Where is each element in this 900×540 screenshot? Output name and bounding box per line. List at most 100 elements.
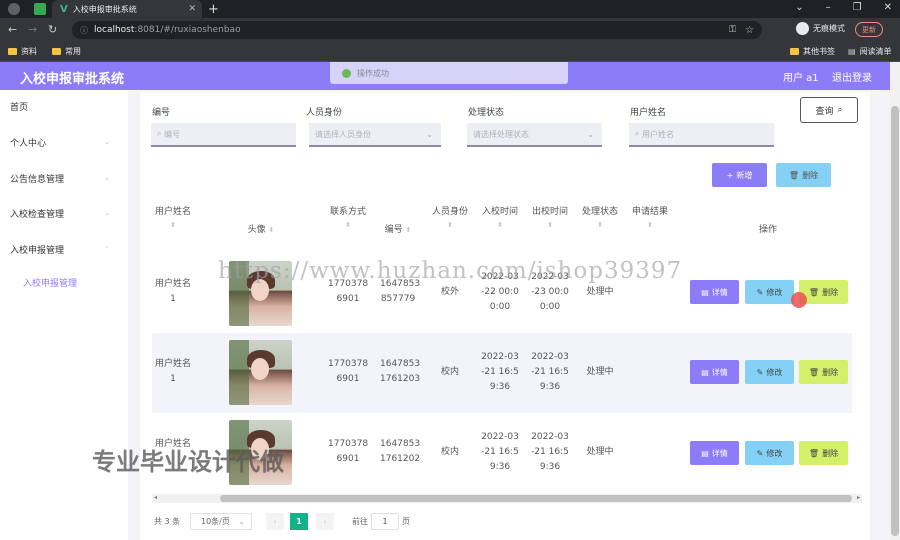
- watermark-url: https://www.huzhan.com/ishop39397: [218, 258, 683, 284]
- sort-icon[interactable]: ⬍: [580, 221, 620, 229]
- edit-button[interactable]: ✎ 修改: [745, 441, 794, 465]
- reload-icon[interactable]: ↻: [48, 23, 57, 36]
- app-header: 入校申报审批系统 操作成功 用户 a1 退出登录: [0, 62, 890, 90]
- sort-icon[interactable]: ⬍: [406, 226, 412, 234]
- detail-button[interactable]: ▤ 详情: [690, 360, 739, 384]
- app-tab-icon[interactable]: [34, 3, 46, 15]
- cell-status: 处理中: [586, 367, 614, 377]
- incognito-indicator[interactable]: 无痕模式: [796, 22, 845, 35]
- table-horizontal-scrollbar[interactable]: ◂ ▸: [152, 494, 862, 503]
- folder-icon: [790, 48, 799, 55]
- add-button[interactable]: + 新增: [712, 163, 767, 187]
- sort-icon[interactable]: ⬍: [480, 221, 520, 229]
- maximize-icon[interactable]: ❐: [853, 2, 862, 13]
- avatar[interactable]: [229, 340, 292, 405]
- chevron-down-icon: ⌄: [426, 129, 433, 139]
- new-tab-button[interactable]: +: [208, 0, 219, 18]
- sidebar-subitem-apply-manage[interactable]: 入校申报管理: [0, 272, 120, 292]
- status-select[interactable]: 请选择处理状态 ⌄: [467, 123, 602, 147]
- goto-page-input[interactable]: 1: [371, 513, 399, 530]
- column-header[interactable]: 人员身份 ⬍: [430, 204, 470, 229]
- app-title: 入校申报审批系统: [20, 72, 125, 87]
- goto-label: 前往: [352, 517, 368, 526]
- url-path: :8081/#/ruxiaoshenbao: [134, 25, 241, 35]
- bookmark-folder[interactable]: 其他书签: [790, 46, 835, 57]
- column-header[interactable]: 出校时间 ⬍: [530, 204, 570, 229]
- sort-icon[interactable]: ⬍: [530, 221, 570, 229]
- cell-out-time: 2022-03 -21 16:5 9:36: [531, 432, 569, 472]
- sort-icon[interactable]: ⬍: [430, 221, 470, 229]
- forward-icon[interactable]: →: [28, 23, 37, 36]
- edit-button[interactable]: ✎ 修改: [745, 280, 794, 304]
- logout-link[interactable]: 退出登录: [832, 69, 872, 84]
- page-scrollbar[interactable]: [890, 62, 900, 540]
- next-page-button[interactable]: ›: [316, 513, 334, 530]
- active-tab[interactable]: V 入校申报审批系统 ✕: [52, 0, 202, 18]
- sidebar-item-apply[interactable]: 入校申报管理 ⌃: [0, 239, 120, 259]
- detail-button[interactable]: ▤ 详情: [690, 441, 739, 465]
- column-header[interactable]: 用户姓名 ⬍: [152, 204, 194, 229]
- cell-out-time: 2022-03 -21 16:5 9:36: [531, 352, 569, 392]
- cell-code: 1647853 1761203: [380, 359, 421, 384]
- key-icon[interactable]: ⚿: [729, 25, 736, 35]
- column-header[interactable]: 入校时间 ⬍: [480, 204, 520, 229]
- sort-icon[interactable]: ⬍: [269, 226, 275, 234]
- chrome-icon[interactable]: [8, 3, 20, 15]
- minimize-icon[interactable]: –: [826, 2, 831, 13]
- star-icon[interactable]: ☆: [745, 25, 754, 36]
- check-circle-icon: [342, 68, 351, 78]
- pagination-total: 共 3 条: [154, 517, 181, 526]
- chevron-up-icon: ⌃: [104, 245, 110, 253]
- username-input[interactable]: ⌕ 用户姓名: [629, 123, 774, 147]
- tab-title: 入校申报审批系统: [72, 4, 137, 14]
- reading-list-icon: ▤: [848, 47, 856, 56]
- back-icon[interactable]: ←: [8, 23, 17, 36]
- delete-button[interactable]: 🗑 删除: [799, 360, 848, 384]
- bookmark-folder[interactable]: 常用: [52, 46, 81, 57]
- page-size-select[interactable]: 10条/页 ⌄: [190, 513, 252, 530]
- url-field[interactable]: ⓘ localhost:8081/#/ruxiaoshenbao ☆ ⚿: [72, 21, 762, 39]
- trash-icon: 🗑: [808, 448, 820, 458]
- identity-select[interactable]: 请选择人员身份 ⌄: [309, 123, 441, 147]
- column-header[interactable]: 申请结果 ⬍: [630, 204, 670, 229]
- document-icon: ▤: [701, 448, 709, 458]
- close-window-icon[interactable]: ✕: [884, 2, 892, 13]
- close-tab-icon[interactable]: ✕: [188, 4, 196, 14]
- user-label: 用户 a1: [783, 73, 819, 84]
- scroll-right-icon[interactable]: ▸: [857, 494, 860, 501]
- batch-delete-button[interactable]: 🗑 删除: [776, 163, 831, 187]
- bookmark-folder[interactable]: 资料: [8, 46, 37, 57]
- sidebar-item-personal[interactable]: 个人中心 ⌄: [0, 132, 120, 152]
- sidebar-item-notice[interactable]: 公告信息管理 ⌄: [0, 168, 120, 188]
- sidebar-item-home[interactable]: 首页: [0, 96, 120, 116]
- column-header[interactable]: 处理状态 ⬍: [580, 204, 620, 229]
- edit-button[interactable]: ✎ 修改: [745, 360, 794, 384]
- column-header[interactable]: 联系方式 ⬍: [328, 204, 368, 229]
- trash-icon: 🗑: [788, 170, 800, 180]
- search-icon: ⌕: [635, 129, 640, 138]
- pencil-icon: ✎: [756, 448, 764, 458]
- update-button[interactable]: 更新: [855, 22, 883, 37]
- detail-button[interactable]: ▤ 详情: [690, 280, 739, 304]
- dropdown-icon[interactable]: ⌄: [795, 2, 803, 13]
- page-number-current[interactable]: 1: [290, 513, 308, 530]
- reading-list[interactable]: ▤ 阅读清单: [848, 46, 892, 57]
- cell-identity: 校内: [440, 367, 459, 377]
- sort-icon[interactable]: ⬍: [152, 221, 194, 229]
- info-icon[interactable]: ⓘ: [80, 25, 88, 36]
- vue-icon: V: [60, 3, 68, 15]
- scroll-left-icon[interactable]: ◂: [154, 494, 157, 501]
- cell-phone: 1770378 6901: [328, 439, 369, 464]
- column-header-actions: 操作: [758, 225, 777, 235]
- code-input[interactable]: ⌕ 编号: [151, 123, 296, 147]
- incognito-icon: [796, 22, 809, 35]
- query-button[interactable]: 查询 ⌕: [800, 97, 858, 123]
- column-header[interactable]: 头像 ⬍: [244, 222, 278, 235]
- sort-icon[interactable]: ⬍: [328, 221, 368, 229]
- sort-icon[interactable]: ⬍: [630, 221, 670, 229]
- column-header[interactable]: 编号 ⬍: [380, 222, 416, 235]
- prev-page-button[interactable]: ‹: [266, 513, 284, 530]
- sidebar-item-check[interactable]: 入校检查管理 ⌄: [0, 203, 120, 223]
- cell-code: 1647853 1761202: [380, 439, 421, 464]
- delete-button[interactable]: 🗑 删除: [799, 441, 848, 465]
